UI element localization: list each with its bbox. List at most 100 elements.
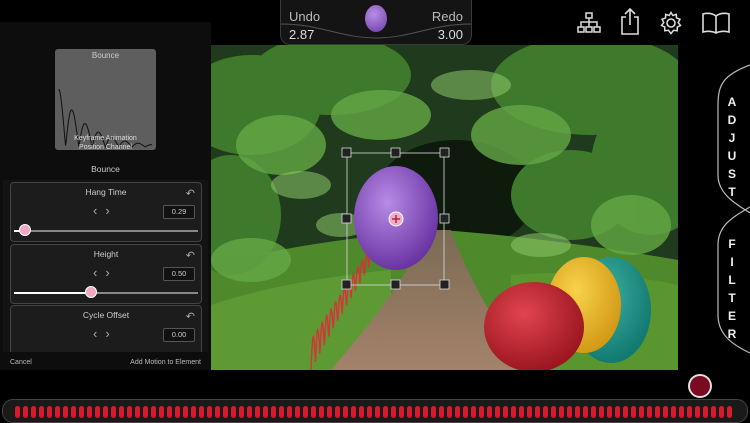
timeline-frame-dot bbox=[511, 406, 516, 418]
tab-letter: T bbox=[728, 291, 736, 305]
timeline-frame-dot bbox=[687, 406, 692, 418]
timeline-frame-dot bbox=[103, 406, 108, 418]
stepper-arrows[interactable]: ‹› bbox=[93, 326, 118, 341]
timeline-strip[interactable] bbox=[2, 399, 748, 423]
timeline-frame-dot bbox=[367, 406, 372, 418]
gear-icon[interactable] bbox=[659, 11, 683, 35]
timeline-frame-dot bbox=[383, 406, 388, 418]
timeline-frame-dot bbox=[407, 406, 412, 418]
param-value-field[interactable]: 0.29 bbox=[163, 205, 195, 219]
timeline-frame-dot bbox=[591, 406, 596, 418]
timeline-frame-dot bbox=[463, 406, 468, 418]
timeline-frame-dot bbox=[327, 406, 332, 418]
timeline-frame-dot bbox=[31, 406, 36, 418]
reset-icon[interactable]: ↶ bbox=[186, 310, 195, 323]
timeline-frame-dot bbox=[703, 406, 708, 418]
share-icon[interactable] bbox=[620, 8, 640, 35]
timeline-frame-dot bbox=[607, 406, 612, 418]
tab-filter[interactable]: FILTER bbox=[722, 237, 742, 345]
stepper-arrows[interactable]: ‹› bbox=[93, 265, 118, 280]
timeline-frame-dot bbox=[175, 406, 180, 418]
slider-fill bbox=[14, 292, 92, 294]
timeline-frame-dot bbox=[119, 406, 124, 418]
timeline-frame-dot bbox=[567, 406, 572, 418]
timeline-frame-dot bbox=[535, 406, 540, 418]
tab-letter: I bbox=[730, 255, 734, 269]
timeline-frame-dot bbox=[519, 406, 524, 418]
timeline-frame-dot bbox=[543, 406, 548, 418]
timeline-frame-dot bbox=[287, 406, 292, 418]
timeline-frame-dot bbox=[471, 406, 476, 418]
timeline-frame-dot bbox=[63, 406, 68, 418]
decrement-chevron-icon[interactable]: ‹ bbox=[93, 265, 105, 280]
decrement-chevron-icon[interactable]: ‹ bbox=[93, 326, 105, 341]
timeline-frame-dot bbox=[647, 406, 652, 418]
hierarchy-icon[interactable] bbox=[577, 12, 601, 34]
timeline-frame-dot bbox=[415, 406, 420, 418]
timeline-frame-dot bbox=[23, 406, 28, 418]
motion-settings-panel: Bounce Keyframe Animation Position Chann… bbox=[0, 22, 211, 373]
timeline-frame-dot bbox=[87, 406, 92, 418]
timeline-frame-dot bbox=[639, 406, 644, 418]
timeline-frame-dot bbox=[223, 406, 228, 418]
timeline-frame-dot bbox=[191, 406, 196, 418]
timeline-frame-dot bbox=[439, 406, 444, 418]
tab-letter: E bbox=[727, 309, 736, 323]
add-motion-button[interactable]: Add Motion to Element bbox=[130, 359, 201, 366]
undo-redo-control: Undo 2.87 Redo 3.00 bbox=[280, 0, 472, 45]
timeline-frame-dot bbox=[15, 406, 20, 418]
stepper-arrows[interactable]: ‹› bbox=[93, 203, 118, 218]
timeline-frame-dot bbox=[111, 406, 116, 418]
slider-knob[interactable] bbox=[19, 224, 32, 236]
red-egg[interactable] bbox=[484, 282, 584, 370]
param-slider[interactable] bbox=[14, 224, 198, 236]
timeline-frame-dot bbox=[79, 406, 84, 418]
timeline-frame-dot bbox=[231, 406, 236, 418]
timeline-frame-dot bbox=[423, 406, 428, 418]
timeline-frame-dot bbox=[311, 406, 316, 418]
timeline-frame-dot bbox=[143, 406, 148, 418]
param-value-field[interactable]: 0.00 bbox=[163, 328, 195, 342]
timeline-frame-dot bbox=[279, 406, 284, 418]
timeline-frame-dot bbox=[55, 406, 60, 418]
timeline-frame-dot bbox=[135, 406, 140, 418]
reset-icon[interactable]: ↶ bbox=[186, 187, 195, 200]
timeline-frame-dot bbox=[623, 406, 628, 418]
timeline-frame-dot bbox=[559, 406, 564, 418]
timeline-frame-dot bbox=[343, 406, 348, 418]
increment-chevron-icon[interactable]: › bbox=[105, 326, 117, 341]
timeline-frame-dot bbox=[391, 406, 396, 418]
record-button[interactable] bbox=[688, 374, 712, 398]
timeline-frame-dot bbox=[247, 406, 252, 418]
book-icon[interactable] bbox=[702, 12, 730, 34]
param-value-field[interactable]: 0.50 bbox=[163, 267, 195, 281]
timeline-frame-dot bbox=[711, 406, 716, 418]
cancel-button[interactable]: Cancel bbox=[10, 359, 32, 366]
increment-chevron-icon[interactable]: › bbox=[105, 265, 117, 280]
timeline-frame-dot bbox=[599, 406, 604, 418]
timeline-frame-dot bbox=[207, 406, 212, 418]
param-card-height: Height ↶ ‹› 0.50 bbox=[10, 244, 202, 304]
timeline-frame-dot bbox=[359, 406, 364, 418]
reset-icon[interactable]: ↶ bbox=[186, 249, 195, 262]
increment-chevron-icon[interactable]: › bbox=[105, 203, 117, 218]
timeline-frame-dot bbox=[71, 406, 76, 418]
tab-adjust[interactable]: ADJUST bbox=[722, 95, 742, 203]
tab-letter: A bbox=[727, 95, 737, 109]
canvas-photo[interactable] bbox=[211, 45, 678, 370]
tab-letter: S bbox=[727, 167, 736, 181]
param-card-cycle-offset: Cycle Offset ↶ ‹› 0.00 bbox=[10, 305, 202, 353]
redo-button[interactable]: Redo bbox=[432, 9, 463, 24]
timeline-frame-dot bbox=[447, 406, 452, 418]
timeline-frame-dot bbox=[303, 406, 308, 418]
timeline-frame-dot bbox=[263, 406, 268, 418]
timeline-frame-dot bbox=[503, 406, 508, 418]
slider-knob[interactable] bbox=[85, 286, 98, 298]
timeline-frame-dot bbox=[319, 406, 324, 418]
param-slider[interactable] bbox=[14, 286, 198, 298]
timeline-frame-dot bbox=[239, 406, 244, 418]
timeline-frames bbox=[15, 405, 735, 422]
tab-letter: F bbox=[728, 237, 736, 251]
decrement-chevron-icon[interactable]: ‹ bbox=[93, 203, 105, 218]
timeline-frame-dot bbox=[575, 406, 580, 418]
